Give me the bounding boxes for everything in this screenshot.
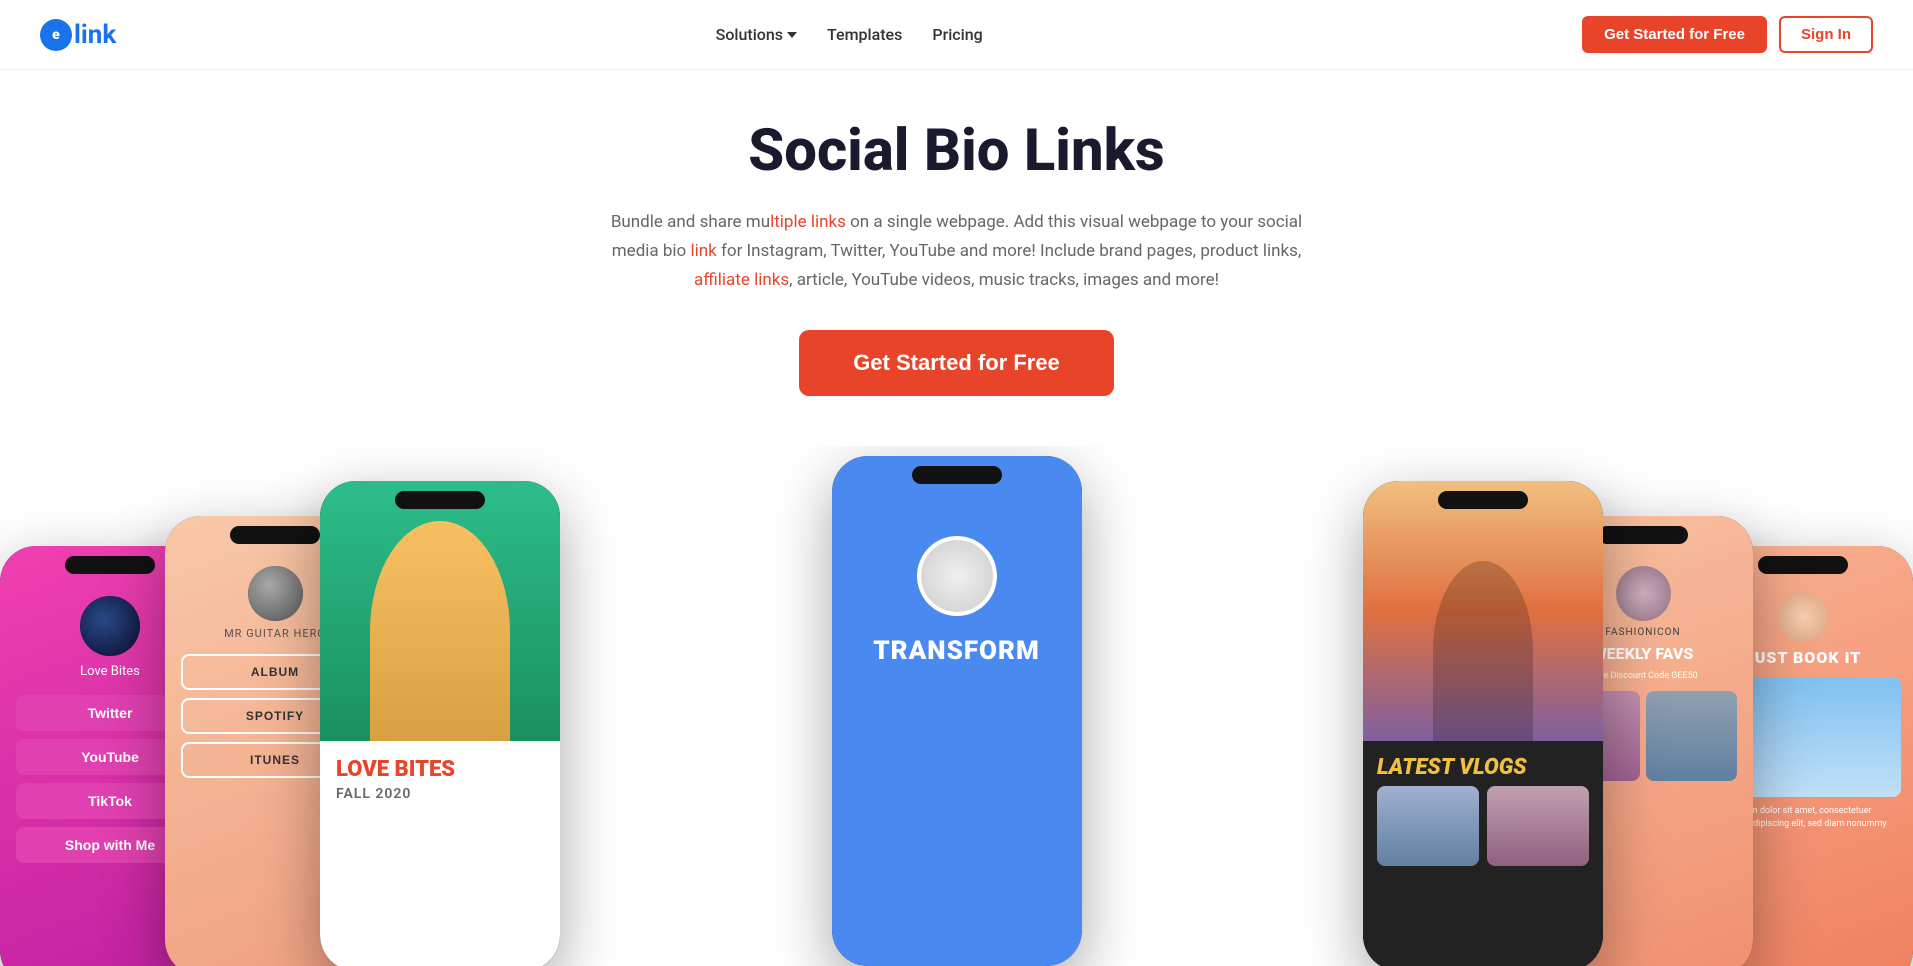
phone-6-notch <box>1598 526 1688 544</box>
phone-3-screen: LOVE BITES FALL 2020 <box>320 481 560 966</box>
phone-1-avatar-image <box>80 596 140 656</box>
nav-templates[interactable]: Templates <box>827 25 902 44</box>
phone-1-notch <box>65 556 155 574</box>
phone-3-title: LOVE BITES <box>336 757 544 782</box>
chevron-down-icon <box>787 32 797 38</box>
logo[interactable]: e link <box>40 19 116 51</box>
logo-text: link <box>74 20 116 50</box>
phone-4-screen: TRANSFORM <box>832 456 1082 966</box>
logo-e: e <box>52 27 60 43</box>
nav-get-started-button[interactable]: Get Started for Free <box>1582 16 1767 53</box>
hero-title: Social Bio Links <box>0 120 1913 184</box>
phone-2-avatar <box>248 566 303 621</box>
phone-5-image <box>1363 481 1603 741</box>
phone-4-content: TRANSFORM <box>832 456 1082 686</box>
phones-section: Love Bites Twitter YouTube TikTok Shop w… <box>0 446 1913 966</box>
phone-6-avatar <box>1616 566 1671 621</box>
phone-2-avatar-image <box>248 566 303 621</box>
nav-links: Solutions Templates Pricing <box>716 25 983 44</box>
phone-4-circle <box>917 536 997 616</box>
phone-7-notch <box>1758 556 1848 574</box>
phone-3-figure <box>370 521 510 741</box>
nav-signin-button[interactable]: Sign In <box>1779 16 1873 53</box>
nav-pricing[interactable]: Pricing <box>932 25 982 44</box>
logo-icon: e <box>40 19 72 51</box>
phone-3-notch <box>395 491 485 509</box>
phone-5-notch <box>1438 491 1528 509</box>
phone-3-image <box>320 481 560 741</box>
phone-3-subtitle: FALL 2020 <box>336 786 544 802</box>
nav-solutions[interactable]: Solutions <box>716 25 797 44</box>
phone-5-cards <box>1377 786 1589 866</box>
phone-3-lower: LOVE BITES FALL 2020 <box>320 741 560 966</box>
phone-3: LOVE BITES FALL 2020 <box>320 481 560 966</box>
phone-5-figure <box>1433 561 1533 741</box>
hero-cta-button[interactable]: Get Started for Free <box>799 330 1114 396</box>
hero-subtitle: Bundle and share multiple links on a sin… <box>607 208 1307 295</box>
nav-cta-group: Get Started for Free Sign In <box>1582 16 1873 53</box>
phone-4: TRANSFORM <box>832 456 1082 966</box>
phone-5-title: LATEST VLOGS <box>1377 755 1589 780</box>
phone-5-card-2 <box>1487 786 1589 866</box>
navbar: e link Solutions Templates Pricing Get S… <box>0 0 1913 70</box>
phone-4-circle-image <box>921 540 993 612</box>
phone-1-avatar <box>80 596 140 656</box>
phone-7-avatar <box>1778 592 1828 642</box>
phone-5-lower: LATEST VLOGS <box>1363 741 1603 966</box>
phone-4-title: TRANSFORM <box>852 636 1062 666</box>
phone-2-notch <box>230 526 320 544</box>
phone-5-screen: LATEST VLOGS <box>1363 481 1603 966</box>
phone-5: LATEST VLOGS <box>1363 481 1603 966</box>
phone-6-card-2 <box>1646 691 1737 781</box>
phone-4-notch <box>912 466 1002 484</box>
phone-5-card-1 <box>1377 786 1479 866</box>
